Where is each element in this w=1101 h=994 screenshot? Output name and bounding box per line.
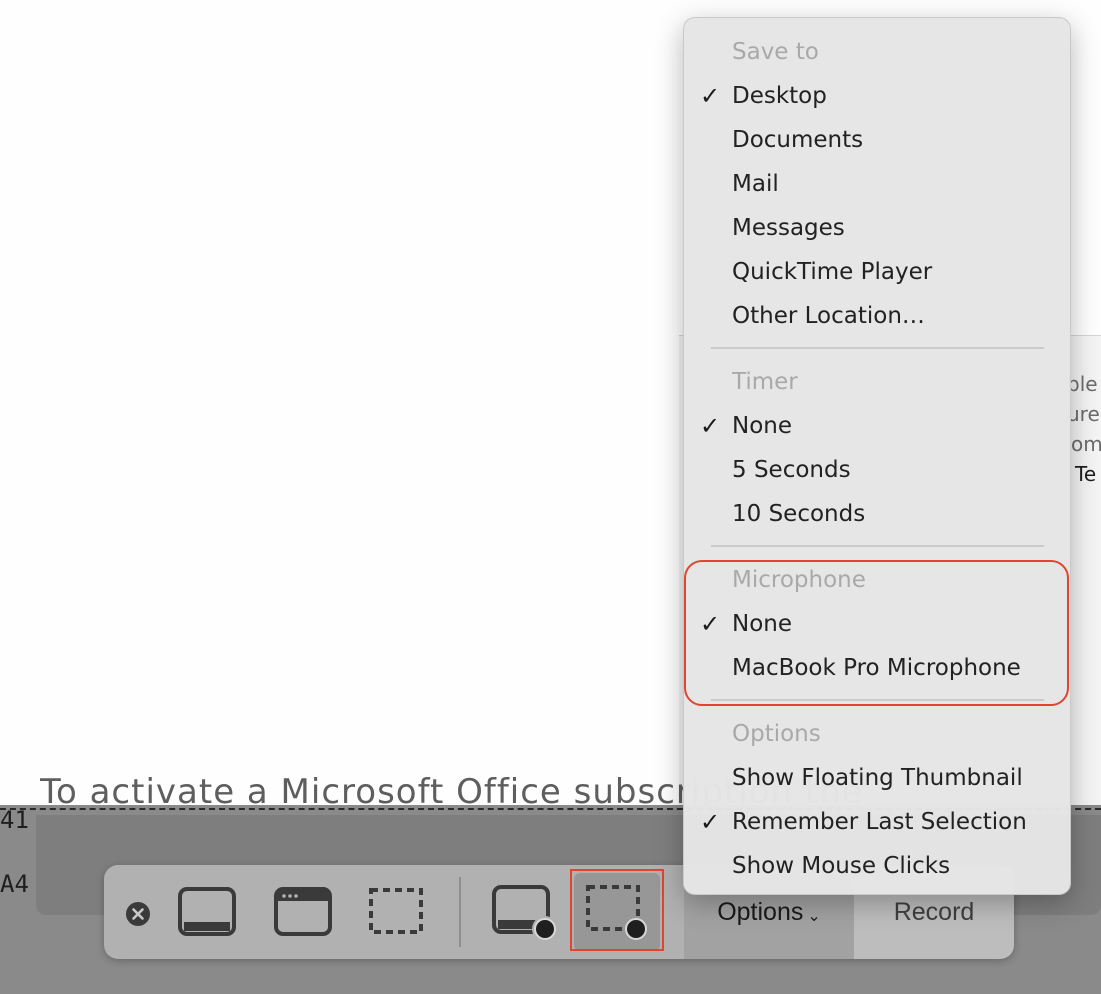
menu-item-desktop[interactable]: ✓ Desktop [684, 76, 1070, 116]
checkmark-icon: ✓ [700, 82, 721, 110]
menu-item-timer-5-seconds[interactable]: 5 Seconds [684, 450, 1070, 490]
background-text-fragment: ble [1067, 372, 1098, 396]
menu-separator [711, 545, 1044, 547]
menu-item-documents[interactable]: Documents [684, 120, 1070, 160]
options-menu: Save to ✓ Desktop Documents Mail Message… [683, 17, 1071, 895]
menu-item-label: Remember Last Selection [732, 809, 1027, 835]
background-text-fragment: 41 [0, 806, 29, 834]
checkmark-icon: ✓ [700, 412, 721, 440]
menu-item-label: Show Mouse Clicks [732, 853, 951, 879]
menu-item-mail[interactable]: Mail [684, 164, 1070, 204]
background-text-fragment: Te [1075, 462, 1097, 486]
menu-item-label: Documents [732, 127, 864, 153]
menu-separator [711, 347, 1044, 349]
options-button-label: Options [717, 897, 804, 926]
menu-item-show-floating-thumbnail[interactable]: Show Floating Thumbnail [684, 758, 1070, 798]
background-text-fragment: A4 [0, 870, 29, 898]
menu-item-label: 5 Seconds [732, 457, 851, 483]
checkmark-icon: ✓ [700, 808, 721, 836]
chevron-down-icon: ⌄ [807, 908, 821, 925]
background-text-fragment: ured [1067, 402, 1101, 426]
menu-item-label: 10 Seconds [732, 501, 866, 527]
menu-header-timer: Timer [732, 369, 798, 395]
menu-item-label: Desktop [732, 83, 827, 109]
toolbar-divider [459, 877, 461, 947]
menu-item-label: QuickTime Player [732, 259, 933, 285]
menu-item-timer-none[interactable]: ✓ None [684, 406, 1070, 446]
menu-item-messages[interactable]: Messages [684, 208, 1070, 248]
capture-entire-screen-icon[interactable] [176, 885, 238, 939]
annotation-highlight-record-selection [570, 869, 664, 951]
menu-item-remember-last-selection[interactable]: ✓ Remember Last Selection [684, 802, 1070, 842]
menu-item-label: Messages [732, 215, 845, 241]
menu-item-label: Mail [732, 171, 779, 197]
menu-item-quicktime-player[interactable]: QuickTime Player [684, 252, 1070, 292]
menu-header-options: Options [732, 721, 821, 747]
menu-item-show-mouse-clicks[interactable]: Show Mouse Clicks [684, 846, 1070, 886]
close-icon[interactable] [124, 900, 152, 928]
menu-item-other-location[interactable]: Other Location… [684, 296, 1070, 336]
menu-header-save-to: Save to [732, 39, 819, 65]
menu-item-label: None [732, 413, 793, 439]
capture-window-icon[interactable] [272, 885, 334, 939]
record-button-label: Record [893, 897, 975, 926]
menu-item-label: Show Floating Thumbnail [732, 765, 1023, 791]
record-entire-screen-icon[interactable] [490, 883, 562, 945]
annotation-highlight-microphone-section [684, 560, 1069, 706]
menu-item-timer-10-seconds[interactable]: 10 Seconds [684, 494, 1070, 534]
menu-item-label: Other Location… [732, 303, 925, 329]
background-text-fragment: om [1071, 432, 1101, 456]
capture-selection-icon[interactable] [366, 885, 428, 939]
